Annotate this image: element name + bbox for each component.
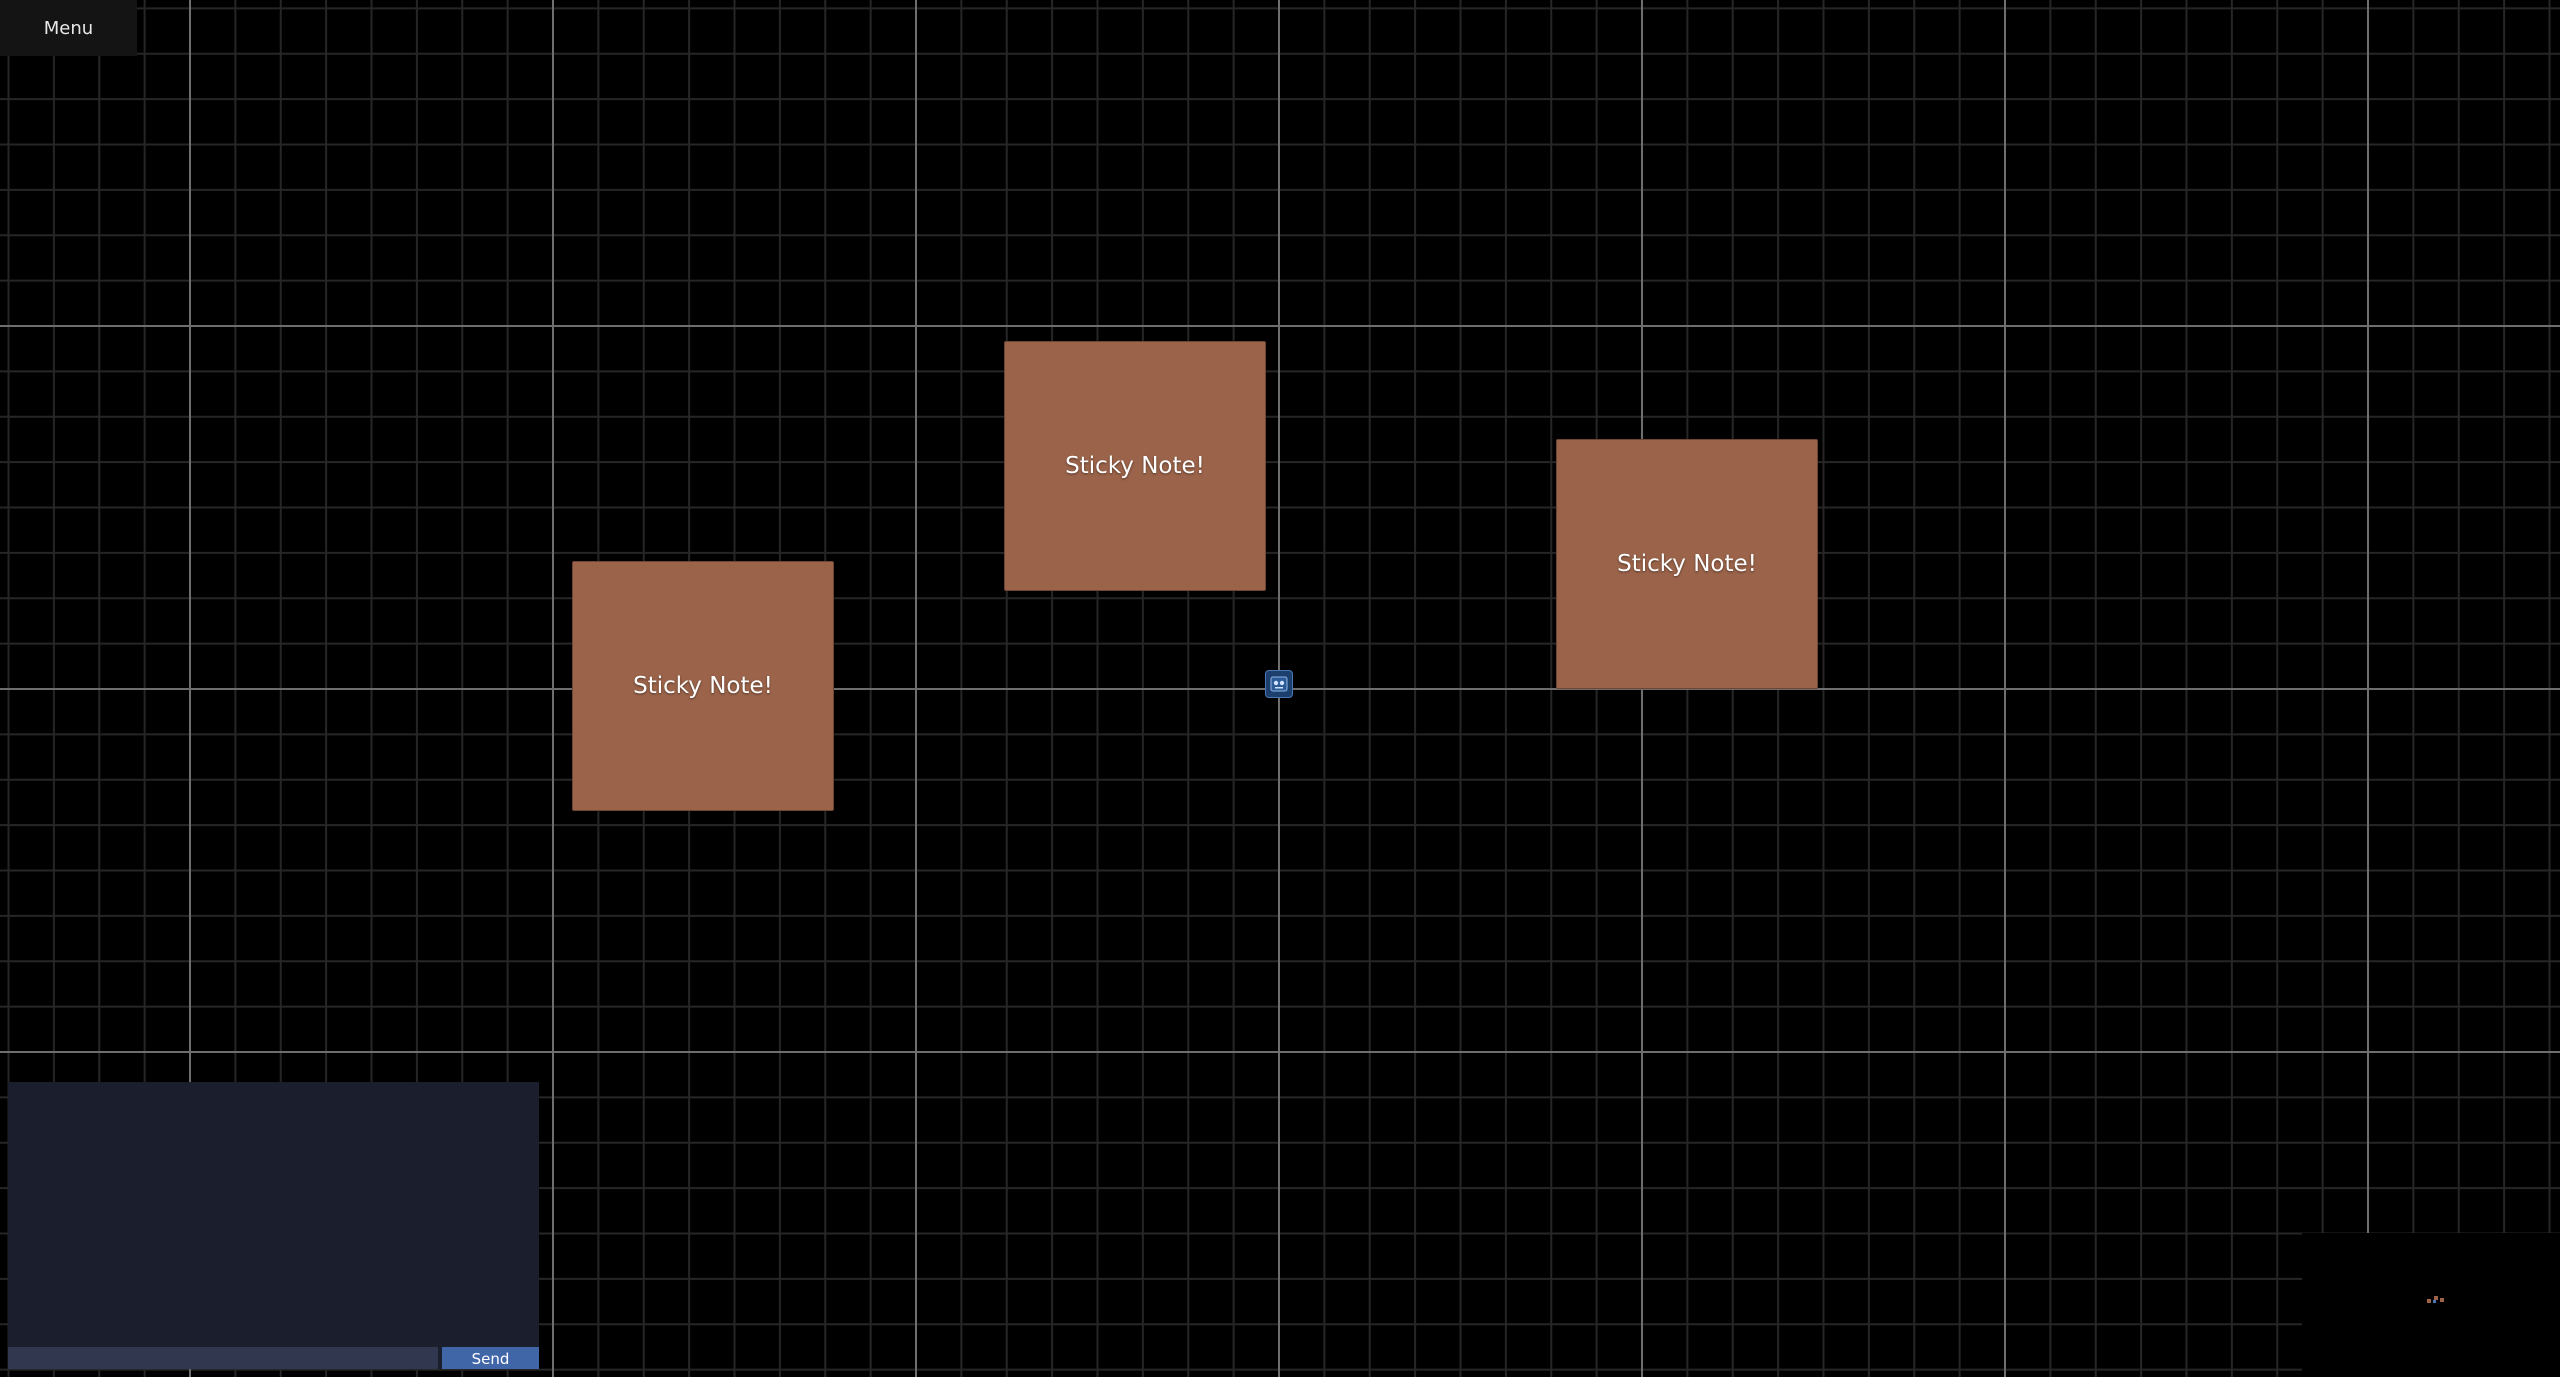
minimap[interactable]: [2302, 1233, 2560, 1377]
origin-marker-glyph: [1270, 676, 1288, 692]
sticky-note[interactable]: Sticky Note!: [572, 561, 834, 811]
sticky-note-text: Sticky Note!: [1065, 453, 1205, 479]
chat-log[interactable]: [8, 1082, 539, 1347]
menu-button[interactable]: Menu: [0, 0, 137, 56]
sticky-note-text: Sticky Note!: [1617, 551, 1757, 577]
chat-panel: Send: [8, 1082, 539, 1369]
minimap-origin-marker: [2433, 1300, 2436, 1303]
minimap-note-marker: [2440, 1298, 2444, 1302]
sticky-note[interactable]: Sticky Note!: [1004, 341, 1266, 591]
send-button[interactable]: Send: [442, 1347, 539, 1369]
sticky-note-text: Sticky Note!: [633, 673, 773, 699]
origin-marker-icon[interactable]: [1265, 670, 1293, 698]
chat-input[interactable]: [8, 1347, 438, 1369]
sticky-note[interactable]: Sticky Note!: [1556, 439, 1818, 689]
minimap-note-marker: [2427, 1299, 2431, 1303]
